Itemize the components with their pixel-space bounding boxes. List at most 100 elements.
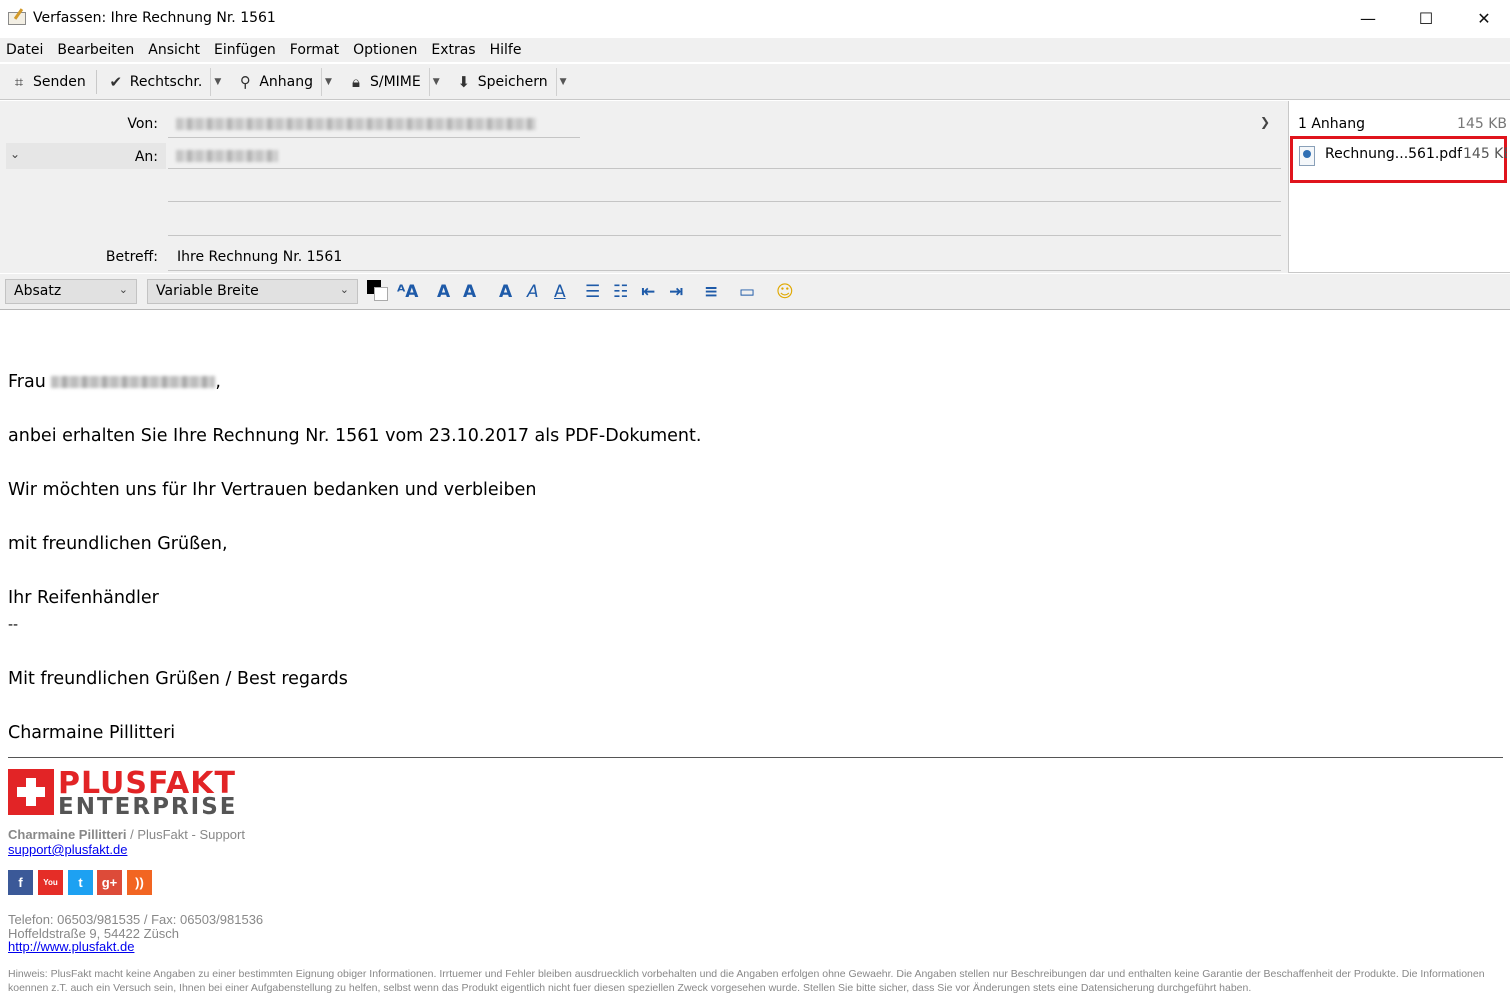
to-underline bbox=[168, 168, 1281, 169]
from-dropdown-chevron-icon[interactable]: ❯ bbox=[1260, 115, 1270, 129]
signature-email-line: support@plusfakt.de bbox=[8, 842, 127, 857]
body-line-4: Ihr Reifenhändler bbox=[8, 588, 159, 608]
font-select[interactable]: Variable Breite ⌄ bbox=[147, 279, 358, 304]
smime-button[interactable]: 🔒︎ S/MIME bbox=[343, 68, 425, 96]
subject-label: Betreff: bbox=[105, 249, 158, 265]
spellcheck-button[interactable]: ✔ Rechtschr. bbox=[103, 68, 207, 96]
signature-website-link[interactable]: http://www.plusfakt.de bbox=[8, 939, 134, 954]
chevron-down-icon: ⌄ bbox=[118, 283, 128, 296]
menu-optionen[interactable]: Optionen bbox=[353, 42, 417, 58]
compose-toolbar: ⌗ Senden ✔ Rechtschr. ▼ ⚲ Anhang ▼ 🔒︎ S/… bbox=[0, 64, 1510, 100]
italic-icon[interactable]: A bbox=[527, 282, 539, 302]
font-size-icon[interactable]: ᴬA bbox=[397, 282, 418, 302]
send-button[interactable]: ⌗ Senden bbox=[6, 68, 90, 96]
recipient-row-3[interactable] bbox=[168, 235, 1281, 236]
menu-datei[interactable]: Datei bbox=[6, 42, 43, 58]
greeting-line: Frau , bbox=[8, 372, 221, 392]
menu-bar: Datei Bearbeiten Ansicht Einfügen Format… bbox=[0, 38, 1510, 62]
body-line-3: mit freundlichen Grüßen, bbox=[8, 534, 228, 554]
minimize-button[interactable]: — bbox=[1338, 0, 1398, 36]
paperclip-icon: ⚲ bbox=[239, 72, 251, 91]
insert-image-icon[interactable]: ▭ bbox=[739, 282, 755, 302]
maximize-button[interactable]: ☐ bbox=[1396, 0, 1456, 36]
message-body[interactable]: Frau , anbei erhalten Sie Ihre Rechnung … bbox=[0, 311, 1510, 1007]
compose-app-icon bbox=[8, 8, 28, 26]
body-line-5: Mit freundlichen Grüßen / Best regards bbox=[8, 669, 348, 689]
subject-underline bbox=[168, 270, 1281, 271]
window-title: Verfassen: Ihre Rechnung Nr. 1561 bbox=[33, 10, 276, 26]
save-button[interactable]: ⬇ Speichern bbox=[451, 68, 552, 96]
smime-label: S/MIME bbox=[369, 73, 421, 90]
checkmark-icon: ✔ bbox=[109, 72, 123, 91]
bold-icon[interactable]: A bbox=[499, 282, 512, 302]
background-color-icon[interactable] bbox=[374, 287, 388, 301]
logo-text-bottom: ENTERPRISE bbox=[58, 794, 238, 820]
lock-icon: 🔒︎ bbox=[351, 72, 360, 91]
subject-input[interactable]: Ihre Rechnung Nr. 1561 bbox=[177, 249, 342, 265]
menu-format[interactable]: Format bbox=[290, 42, 339, 58]
align-icon[interactable]: ≡ bbox=[704, 282, 718, 302]
underline-icon[interactable]: A bbox=[554, 282, 566, 302]
attachment-count[interactable]: 1 Anhang bbox=[1298, 116, 1365, 132]
font-value: Variable Breite bbox=[156, 283, 259, 299]
to-label: An: bbox=[134, 149, 158, 165]
from-label: Von: bbox=[127, 116, 158, 132]
menu-ansicht[interactable]: Ansicht bbox=[148, 42, 200, 58]
toolbar-separator bbox=[95, 69, 97, 94]
signature-name-line: Charmaine Pillitteri / PlusFakt - Suppor… bbox=[8, 827, 245, 842]
chevron-down-icon: ⌄ bbox=[10, 147, 21, 161]
from-field-redacted[interactable] bbox=[176, 118, 536, 130]
googleplus-icon[interactable]: g+ bbox=[97, 870, 122, 895]
outdent-icon[interactable]: ⇤ bbox=[641, 282, 655, 302]
to-field-redacted[interactable] bbox=[176, 150, 278, 162]
attach-button[interactable]: ⚲ Anhang bbox=[232, 68, 317, 96]
recipient-row-2[interactable] bbox=[168, 201, 1281, 202]
numbered-list-icon[interactable]: ☷ bbox=[613, 282, 628, 302]
menu-extras[interactable]: Extras bbox=[431, 42, 475, 58]
body-line-6: Charmaine Pillitteri bbox=[8, 723, 176, 743]
smime-dropdown[interactable]: ▼ bbox=[428, 67, 443, 96]
twitter-icon[interactable]: t bbox=[68, 870, 93, 895]
format-toolbar: Absatz ⌄ Variable Breite ⌄ ᴬA A A A A A … bbox=[0, 274, 1510, 310]
signature-role: / PlusFakt - Support bbox=[126, 827, 245, 842]
download-arrow-icon: ⬇ bbox=[457, 72, 471, 91]
body-line-1: anbei erhalten Sie Ihre Rechnung Nr. 156… bbox=[8, 426, 702, 446]
chevron-down-icon: ⌄ bbox=[339, 283, 349, 296]
from-underline bbox=[168, 137, 580, 138]
facebook-icon[interactable]: f bbox=[8, 870, 33, 895]
bullet-list-icon[interactable]: ☰ bbox=[585, 282, 600, 302]
send-icon: ⌗ bbox=[14, 72, 24, 91]
body-line-2: Wir möchten uns für Ihr Vertrauen bedank… bbox=[8, 480, 537, 500]
menu-hilfe[interactable]: Hilfe bbox=[490, 42, 522, 58]
attachment-filename: Rechnung...561.pdf bbox=[1325, 146, 1463, 162]
attach-dropdown[interactable]: ▼ bbox=[320, 67, 335, 96]
font-smaller-icon[interactable]: A bbox=[437, 282, 450, 302]
menu-bearbeiten[interactable]: Bearbeiten bbox=[57, 42, 134, 58]
signature-divider bbox=[8, 757, 1503, 758]
menu-einfuegen[interactable]: Einfügen bbox=[214, 42, 276, 58]
recipient-name-redacted bbox=[51, 376, 216, 388]
close-button[interactable]: ✕ bbox=[1454, 0, 1510, 36]
smiley-icon[interactable]: ☺ bbox=[776, 282, 794, 302]
spellcheck-label: Rechtschr. bbox=[129, 73, 203, 90]
signature-separator: -- bbox=[8, 617, 19, 633]
youtube-icon[interactable]: You bbox=[38, 870, 63, 895]
signature-website-line: http://www.plusfakt.de bbox=[8, 939, 134, 954]
paragraph-style-select[interactable]: Absatz ⌄ bbox=[5, 279, 137, 304]
paragraph-style-value: Absatz bbox=[14, 283, 62, 299]
signature-email-link[interactable]: support@plusfakt.de bbox=[8, 842, 127, 857]
save-dropdown[interactable]: ▼ bbox=[555, 67, 570, 96]
attachment-pane: 1 Anhang 145 KB Rechnung...561.pdf 145 K… bbox=[1288, 101, 1510, 273]
attachment-item[interactable]: Rechnung...561.pdf 145 KB bbox=[1290, 136, 1507, 183]
rss-icon[interactable]: )) bbox=[127, 870, 152, 895]
compose-header: Von: ❯ ⌄ An: Betreff: Ihre Rechnung Nr. … bbox=[0, 101, 1288, 273]
attachment-size: 145 KB bbox=[1463, 146, 1507, 162]
font-larger-icon[interactable]: A bbox=[463, 282, 476, 302]
plusfakt-logo-icon bbox=[8, 769, 54, 815]
attach-label: Anhang bbox=[259, 73, 313, 90]
signature-phone: Telefon: 06503/981535 / Fax: 06503/98153… bbox=[8, 912, 264, 927]
pdf-file-icon bbox=[1299, 146, 1315, 166]
indent-icon[interactable]: ⇥ bbox=[669, 282, 683, 302]
spellcheck-dropdown[interactable]: ▼ bbox=[210, 67, 224, 96]
attachment-total-size: 145 KB bbox=[1457, 116, 1507, 132]
